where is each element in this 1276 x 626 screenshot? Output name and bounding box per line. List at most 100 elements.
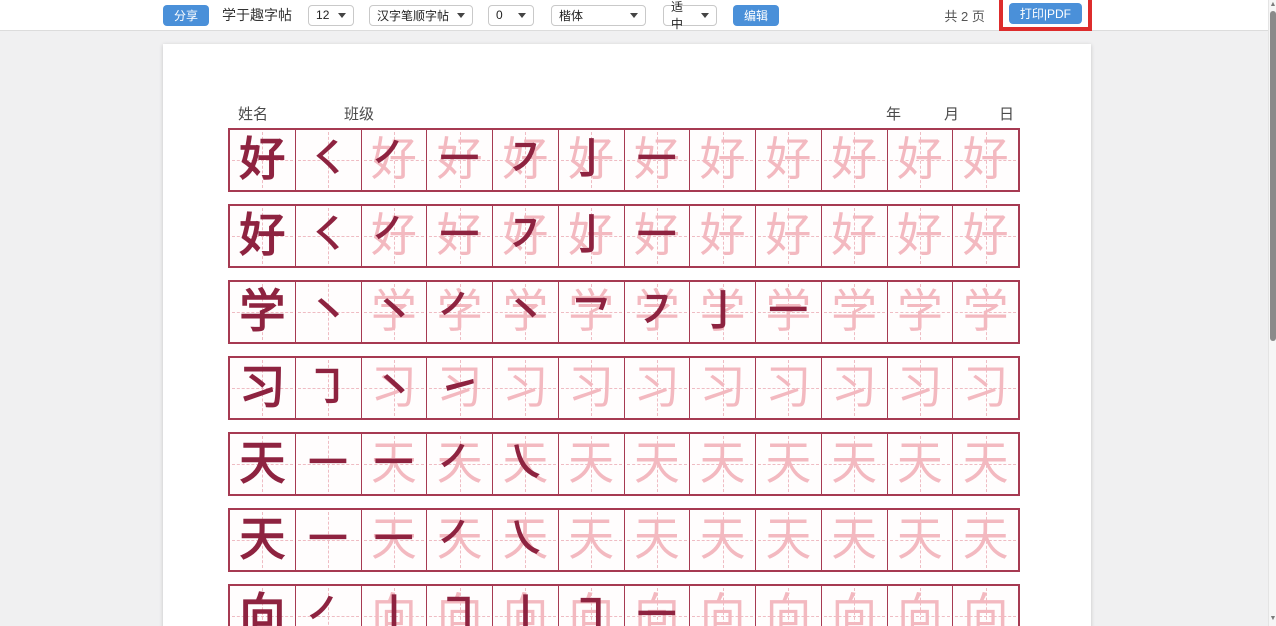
month-label: 月 [944, 103, 959, 124]
trace-character: 好 [953, 206, 1018, 266]
practice-cell: 天 [887, 434, 953, 494]
practice-cell: 学 [952, 282, 1018, 342]
trace-character: 天 [625, 434, 690, 494]
font-size-select[interactable]: 12 [308, 5, 354, 26]
trace-character: 习 [493, 358, 558, 418]
practice-cell: 天 [230, 510, 295, 570]
practice-grid-row: 学㇔学㇔学㇒学㇔学㇖学㇇学亅学㇐学学学 [228, 280, 1020, 344]
day-label: 日 [999, 103, 1014, 124]
practice-cell: 向㇆ [426, 586, 492, 626]
trace-character: 学 [888, 282, 953, 342]
practice-grid-row: 好㇛好㇒好㇐好㇇好亅好㇐好好好好好 [228, 204, 1020, 268]
trace-character: 习 [888, 358, 953, 418]
content-area: 姓名 班级 年 月 日 好㇛好㇒好㇐好㇇好亅好㇐好好好好好好㇛好㇒好㇐好㇇好亅好… [0, 32, 1268, 626]
stroke-glyph: ㇒ [362, 130, 427, 190]
stroke-glyph: ㇒ [362, 206, 427, 266]
trace-character: 天 [953, 434, 1018, 494]
practice-cell: ㇛ [295, 130, 361, 190]
model-character: 习 [230, 358, 295, 418]
stroke-glyph: 亅 [690, 282, 755, 342]
practice-cell: 习㇔ [361, 358, 427, 418]
practice-cell: ㇒ [295, 586, 361, 626]
practice-grid-row: 习㇆习㇔习㇀习习习习习习习习 [228, 356, 1020, 420]
practice-grid-row: 天㇐天㇐天㇒天㇏天天天天天天天 [228, 508, 1020, 572]
practice-cell: 好 [689, 130, 755, 190]
stroke-glyph: ㇒ [427, 282, 492, 342]
stroke-glyph: ㇆ [296, 358, 361, 418]
trace-character: 天 [625, 510, 690, 570]
stroke-glyph: ㇐ [427, 130, 492, 190]
practice-cell: ㇐ [295, 434, 361, 494]
stroke-glyph: ㇔ [296, 282, 361, 342]
practice-cell: 好 [230, 206, 295, 266]
practice-cell: ㇐ [295, 510, 361, 570]
practice-cell: 习 [755, 358, 821, 418]
practice-cell: 天 [821, 434, 887, 494]
practice-cell: 学㇖ [558, 282, 624, 342]
share-button[interactable]: 分享 [163, 5, 209, 26]
trace-character: 习 [822, 358, 887, 418]
scroll-up-icon[interactable]: ▲ [1269, 0, 1276, 10]
trace-character: 好 [690, 206, 755, 266]
trace-character: 习 [690, 358, 755, 418]
sheet-type-select[interactable]: 汉字笔顺字帖 [369, 5, 473, 26]
practice-cell: 天 [689, 510, 755, 570]
practice-cell: 学㇔ [492, 282, 558, 342]
practice-cell: 学亅 [689, 282, 755, 342]
practice-cell: 好㇐ [624, 130, 690, 190]
practice-cell: 习 [952, 358, 1018, 418]
stroke-glyph: ㇐ [296, 510, 361, 570]
trace-character: 学 [822, 282, 887, 342]
class-label: 班级 [344, 103, 374, 124]
practice-cell: 好㇒ [361, 206, 427, 266]
trace-character: 好 [756, 206, 821, 266]
stroke-glyph: ㇇ [625, 282, 690, 342]
stroke-glyph: ㇐ [625, 206, 690, 266]
stroke-glyph: ㇑ [493, 586, 558, 626]
practice-cell: 习 [624, 358, 690, 418]
stroke-glyph: ㇐ [427, 206, 492, 266]
trace-character: 天 [822, 434, 887, 494]
trace-character: 天 [559, 434, 624, 494]
worksheet: 姓名 班级 年 月 日 好㇛好㇒好㇐好㇇好亅好㇐好好好好好好㇛好㇒好㇐好㇇好亅好… [228, 100, 1020, 626]
spacing-select[interactable]: 0 [488, 5, 534, 26]
practice-cell: 向 [755, 586, 821, 626]
scroll-down-icon[interactable]: ▼ [1269, 614, 1276, 624]
practice-cell: 学 [887, 282, 953, 342]
practice-grid-row: 好㇛好㇒好㇐好㇇好亅好㇐好好好好好 [228, 128, 1020, 192]
font-family-select[interactable]: 楷体 [551, 5, 646, 26]
practice-cell: 好 [755, 206, 821, 266]
vertical-scrollbar[interactable]: ▲ ▼ [1268, 0, 1276, 626]
stroke-glyph: ㇐ [362, 510, 427, 570]
trace-character: 向 [756, 586, 821, 626]
stroke-glyph: ㇀ [427, 358, 492, 418]
chevron-down-icon [630, 13, 638, 18]
model-character: 天 [230, 434, 295, 494]
practice-cell: 天㇒ [426, 434, 492, 494]
trace-character: 天 [822, 510, 887, 570]
practice-cell: 学㇇ [624, 282, 690, 342]
trace-character: 好 [756, 130, 821, 190]
practice-cell: 天 [952, 434, 1018, 494]
practice-cell: 天 [558, 510, 624, 570]
density-select[interactable]: 适中 [663, 5, 717, 26]
edit-button[interactable]: 编辑 [733, 5, 779, 26]
chevron-down-icon [457, 13, 465, 18]
practice-cell: 天 [821, 510, 887, 570]
scrollbar-thumb[interactable] [1270, 11, 1276, 341]
stroke-glyph: ㇇ [493, 130, 558, 190]
practice-cell: 习 [492, 358, 558, 418]
highlight-annotation: 打印|PDF [999, 0, 1092, 31]
stroke-glyph: ㇔ [362, 358, 427, 418]
practice-cell: 好亅 [558, 130, 624, 190]
practice-cell: 天 [624, 510, 690, 570]
practice-cell: 向 [887, 586, 953, 626]
practice-cell: 学㇐ [755, 282, 821, 342]
practice-cell: 天 [230, 434, 295, 494]
practice-cell: 好 [887, 206, 953, 266]
trace-character: 好 [888, 206, 953, 266]
practice-cell: 好㇐ [426, 206, 492, 266]
practice-cell: 天㇏ [492, 434, 558, 494]
print-pdf-button[interactable]: 打印|PDF [1009, 3, 1082, 24]
model-character: 好 [230, 130, 295, 190]
